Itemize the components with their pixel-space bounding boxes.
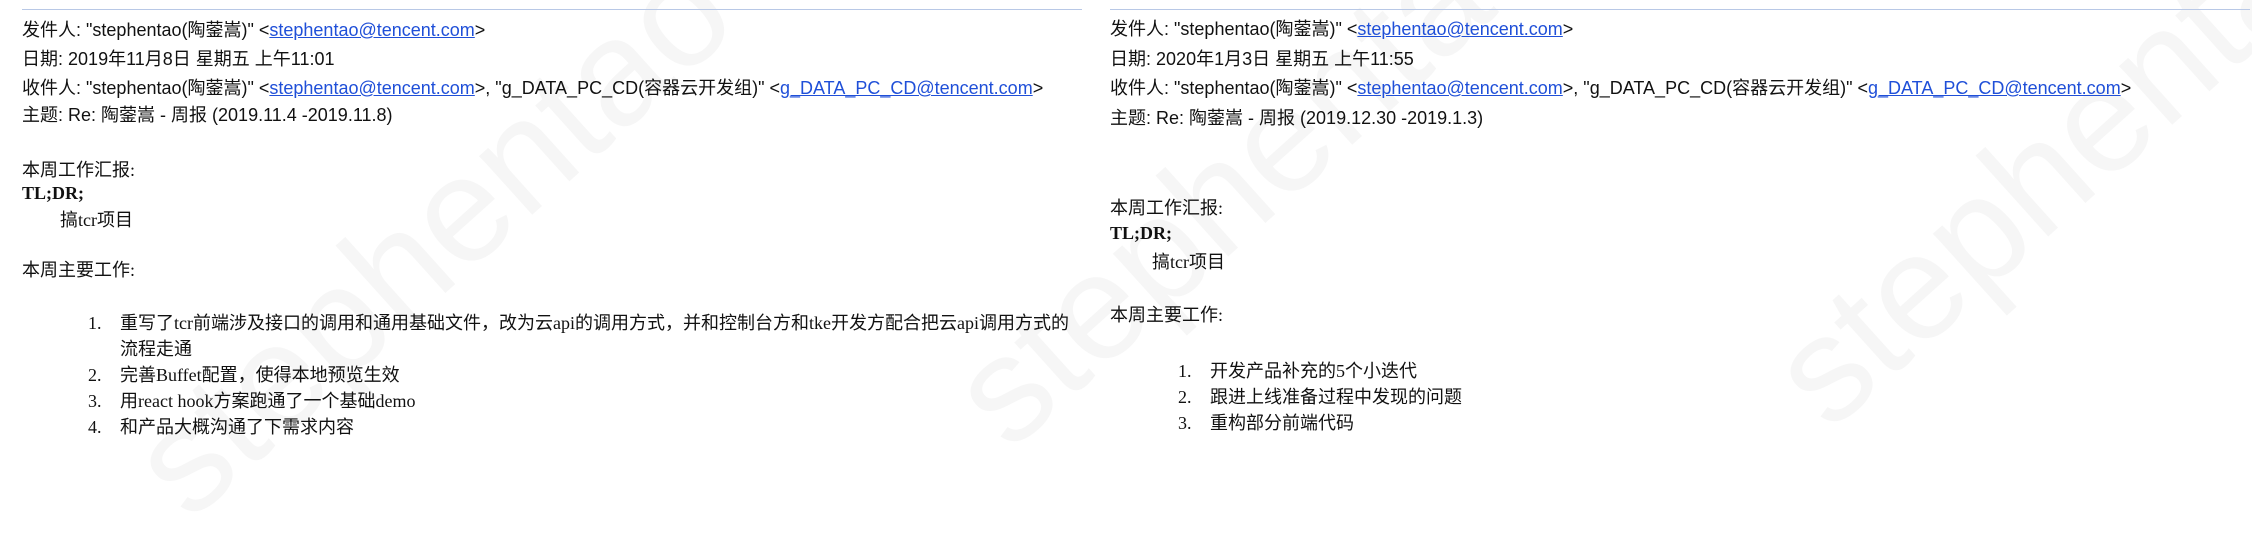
date-label: 日期: [22,49,64,69]
report-heading: 本周工作汇报: [22,160,136,180]
subject-label: 主题: [1110,108,1152,128]
from-line: 发件人: "stephentao(陶蓥嵩)" <stephentao@tence… [1110,17,1573,41]
main-work-heading: 本周主要工作: [22,260,136,280]
list-item-number: 3. [1178,413,1192,433]
to-email-link[interactable]: stephentao@tencent.com [269,78,474,98]
date-value: 2019年11月8日 星期五 上午11:01 [68,49,335,69]
summary-text: 搞tcr项目 [60,210,133,230]
date-label: 日期: [1110,49,1152,69]
top-divider [22,9,1082,10]
from-close: > [474,20,486,40]
list-item-text: 和产品大概沟通了下需求内容 [120,417,354,437]
to-name: "stephentao(陶蓥嵩)" < [86,78,270,98]
from-line: 发件人: "stephentao(陶蓥嵩)" <stephentao@tence… [22,18,485,42]
list-item-text: 重写了tcr前端涉及接口的调用和通用基础文件，改为云api的调用方式，并和控制台… [120,313,1069,359]
subject-line: 主题: Re: 陶蓥嵩 - 周报 (2019.12.30 -2019.1.3) [1110,106,1483,130]
list-item-number: 1. [88,313,102,333]
work-list: 1. 重写了tcr前端涉及接口的调用和通用基础文件，改为云api的调用方式，并和… [88,310,1083,440]
to-close: > [2120,78,2132,98]
list-item: 4. 和产品大概沟通了下需求内容 [88,414,1083,440]
date-value: 2020年1月3日 星期五 上午11:55 [1156,49,1414,69]
list-item: 2. 完善Buffet配置，使得本地预览生效 [88,362,1083,388]
list-item-number: 2. [88,365,102,385]
from-name: "stephentao(陶蓥嵩)" < [1174,19,1358,39]
to-close: > [1032,78,1044,98]
list-item: 2. 跟进上线准备过程中发现的问题 [1178,384,2078,410]
to-line: 收件人: "stephentao(陶蓥嵩)" <stephentao@tence… [1110,76,2131,100]
report-heading: 本周工作汇报: [1110,198,1224,218]
to-name: "stephentao(陶蓥嵩)" < [1174,78,1358,98]
subject-label: 主题: [22,105,64,125]
to-label: 收件人: [1110,78,1170,98]
subject-value: Re: 陶蓥嵩 - 周报 (2019.12.30 -2019.1.3) [1156,108,1484,128]
list-item-text: 完善Buffet配置，使得本地预览生效 [120,365,400,385]
subject-value: Re: 陶蓥嵩 - 周报 (2019.11.4 -2019.11.8) [68,105,393,125]
subject-line: 主题: Re: 陶蓥嵩 - 周报 (2019.11.4 -2019.11.8) [22,103,393,127]
from-close: > [1562,19,1574,39]
from-email-link[interactable]: stephentao@tencent.com [1357,19,1562,39]
from-label: 发件人: [1110,19,1170,39]
date-line: 日期: 2019年11月8日 星期五 上午11:01 [22,47,334,71]
list-item: 1. 开发产品补充的5个小迭代 [1178,358,2078,384]
to-separator: >, "g_DATA_PC_CD(容器云开发组)" < [474,78,780,98]
tldr-label: TL;DR; [1110,223,1172,243]
list-item: 1. 重写了tcr前端涉及接口的调用和通用基础文件，改为云api的调用方式，并和… [88,310,1083,362]
summary-text: 搞tcr项目 [1152,252,1225,272]
top-divider [1110,9,2250,10]
to-line: 收件人: "stephentao(陶蓥嵩)" <stephentao@tence… [22,76,1043,100]
list-item-text: 用react hook方案跑通了一个基础demo [120,391,416,411]
group-email-link[interactable]: g_DATA_PC_CD@tencent.com [1868,78,2121,98]
list-item-text: 重构部分前端代码 [1210,413,1354,433]
work-list: 1. 开发产品补充的5个小迭代 2. 跟进上线准备过程中发现的问题 3. 重构部… [1178,358,2078,436]
email-right: 发件人: "stephentao(陶蓥嵩)" <stephentao@tence… [1110,0,2250,464]
main-work-heading: 本周主要工作: [1110,305,1224,325]
list-item-number: 2. [1178,387,1192,407]
list-item: 3. 重构部分前端代码 [1178,410,2078,436]
from-name: "stephentao(陶蓥嵩)" < [86,20,270,40]
to-label: 收件人: [22,78,82,98]
list-item-text: 开发产品补充的5个小迭代 [1210,361,1417,381]
from-label: 发件人: [22,20,82,40]
list-item-number: 4. [88,417,102,437]
to-email-link[interactable]: stephentao@tencent.com [1357,78,1562,98]
date-line: 日期: 2020年1月3日 星期五 上午11:55 [1110,47,1414,71]
tldr-label: TL;DR; [22,183,84,203]
list-item: 3. 用react hook方案跑通了一个基础demo [88,388,1083,414]
list-item-number: 3. [88,391,102,411]
list-item-number: 1. [1178,361,1192,381]
group-email-link[interactable]: g_DATA_PC_CD@tencent.com [780,78,1033,98]
email-left: 发件人: "stephentao(陶蓥嵩)" <stephentao@tence… [0,0,1100,464]
from-email-link[interactable]: stephentao@tencent.com [269,20,474,40]
list-item-text: 跟进上线准备过程中发现的问题 [1210,387,1462,407]
to-separator: >, "g_DATA_PC_CD(容器云开发组)" < [1562,78,1868,98]
